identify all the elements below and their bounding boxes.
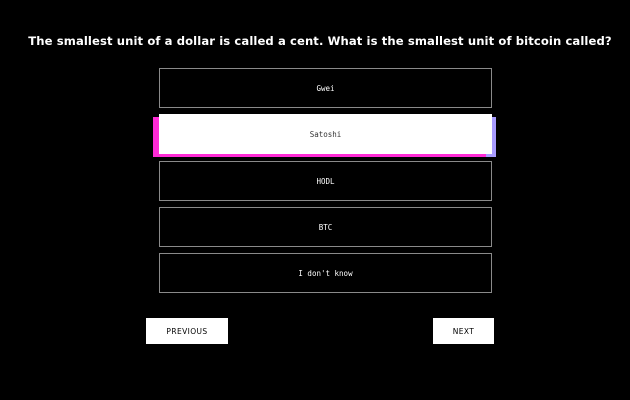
option-dont-know[interactable]: I don't know — [159, 253, 492, 293]
option-label: Satoshi — [309, 129, 342, 139]
option-label: I don't know — [298, 268, 353, 278]
option-hodl[interactable]: HODL — [159, 161, 492, 201]
previous-button[interactable]: PREVIOUS — [146, 318, 228, 344]
option-label: HODL — [316, 176, 335, 186]
option-satoshi[interactable]: Satoshi — [159, 114, 492, 154]
option-gwei[interactable]: Gwei — [159, 68, 492, 108]
option-label: BTC — [318, 222, 333, 232]
option-label: Gwei — [316, 83, 335, 93]
question-text: The smallest unit of a dollar is called … — [28, 34, 612, 48]
next-button[interactable]: NEXT — [433, 318, 494, 344]
option-btc[interactable]: BTC — [159, 207, 492, 247]
